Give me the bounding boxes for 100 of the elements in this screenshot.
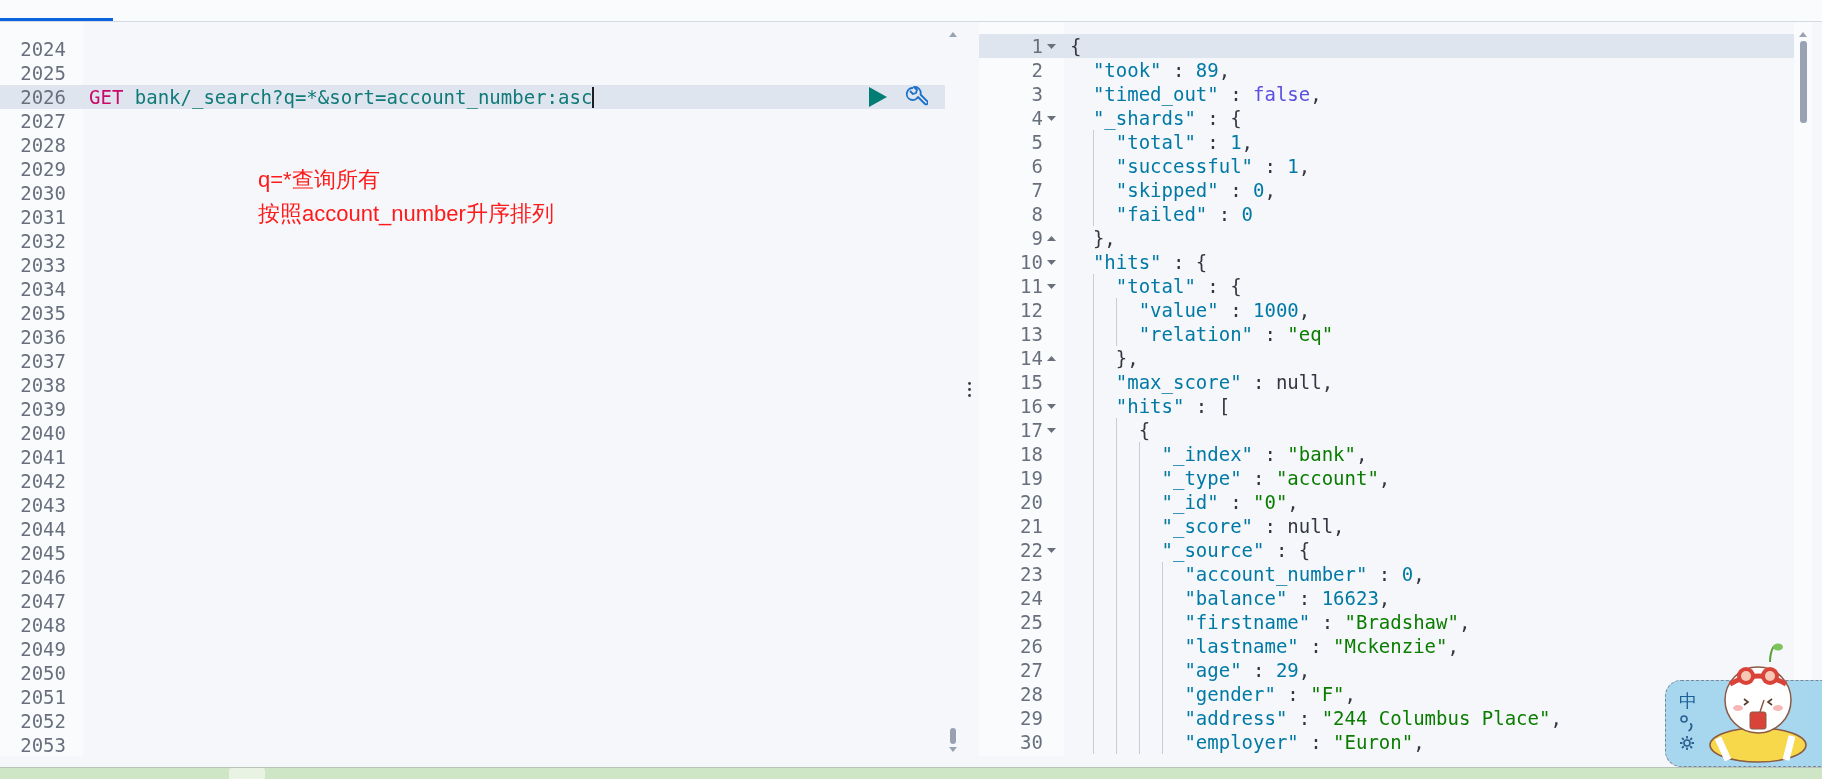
line-number: 2050: [20, 661, 66, 685]
code-line: "timed_out" : false,: [1092, 82, 1322, 106]
code-line: "max_score" : null,: [1115, 370, 1334, 394]
scroll-down-arrow-icon[interactable]: [948, 747, 957, 752]
code-line: "failed" : 0: [1115, 202, 1254, 226]
code-line: "firstname" : "Bradshaw",: [1184, 610, 1471, 634]
scroll-up-arrow-icon[interactable]: [1799, 32, 1807, 37]
drag-handle-icon[interactable]: [968, 381, 971, 397]
line-number: 6: [1031, 154, 1043, 178]
line-number: 2024: [20, 37, 66, 61]
line-number: 2027: [20, 109, 66, 133]
code-line: "skipped" : 0,: [1115, 178, 1276, 202]
line-number: 11: [1020, 274, 1043, 298]
play-icon[interactable]: [869, 87, 887, 107]
line-number: 18: [1020, 442, 1043, 466]
line-number: 2040: [20, 421, 66, 445]
code-line: "took" : 89,: [1092, 58, 1231, 82]
line-number: 22: [1020, 538, 1043, 562]
punctuation-icon[interactable]: [1679, 714, 1695, 732]
line-number: 2049: [20, 637, 66, 661]
code-line: "value" : 1000,: [1138, 298, 1311, 322]
line-number: 2029: [20, 157, 66, 181]
input-mode-label[interactable]: 中: [1679, 691, 1697, 711]
line-number: 23: [1020, 562, 1043, 586]
code-line: "_score" : null,: [1161, 514, 1345, 538]
code-line: },: [1092, 226, 1116, 250]
line-number: 8: [1031, 202, 1043, 226]
line-number: 21: [1020, 514, 1043, 538]
code-line: },: [1115, 346, 1139, 370]
caret-down-icon[interactable]: [1047, 115, 1056, 121]
line-number: 13: [1020, 322, 1043, 346]
line-number: 2034: [20, 277, 66, 301]
line-number: 15: [1020, 370, 1043, 394]
line-number: 10: [1020, 250, 1043, 274]
caret-down-icon[interactable]: [1047, 547, 1056, 553]
code-line: GET bank/_search?q=*&sort=account_number:asc: [89, 85, 593, 109]
line-number: 2043: [20, 493, 66, 517]
scrollbar-thumb[interactable]: [949, 728, 956, 744]
line-number: 19: [1020, 466, 1043, 490]
line-number: 2: [1031, 58, 1043, 82]
line-number: 29: [1020, 706, 1043, 730]
scroll-up-arrow-icon[interactable]: [948, 32, 957, 37]
line-number: 2041: [20, 445, 66, 469]
code-line: "address" : "244 Columbus Place",: [1184, 706, 1562, 730]
line-number: 2030: [20, 181, 66, 205]
line-number: 27: [1020, 658, 1043, 682]
code-line: "gender" : "F",: [1184, 682, 1356, 706]
code-line: "relation" : "eq": [1138, 322, 1334, 346]
code-line: "_source" : {: [1161, 538, 1311, 562]
code-line: "employer" : "Euron",: [1184, 730, 1425, 754]
caret-down-icon[interactable]: [1047, 403, 1056, 409]
line-number: 2051: [20, 685, 66, 709]
line-number: 2037: [20, 349, 66, 373]
line-number: 2036: [20, 325, 66, 349]
caret-down-icon[interactable]: [1047, 43, 1056, 49]
line-number: 2047: [20, 589, 66, 613]
line-number: 9: [1031, 226, 1043, 250]
line-number: 2026: [20, 85, 66, 109]
line-number: 3: [1031, 82, 1043, 106]
text-cursor: [592, 86, 595, 108]
code-line: "hits" : [: [1115, 394, 1231, 418]
line-number: 2035: [20, 301, 66, 325]
code-line: {: [1070, 34, 1082, 58]
code-line: "_type" : "account",: [1161, 466, 1391, 490]
caret-down-icon[interactable]: [1047, 427, 1056, 433]
code-line: {: [1138, 418, 1151, 442]
caret-up-icon[interactable]: [1047, 235, 1056, 241]
line-number: 24: [1020, 586, 1043, 610]
code-line: "successful" : 1,: [1115, 154, 1311, 178]
line-number: 2031: [20, 205, 66, 229]
line-number: 26: [1020, 634, 1043, 658]
line-number: 2025: [20, 61, 66, 85]
caret-up-icon[interactable]: [1047, 355, 1056, 361]
gear-icon[interactable]: [1679, 735, 1695, 751]
line-number: 28: [1020, 682, 1043, 706]
line-number: 2028: [20, 133, 66, 157]
line-number: 4: [1031, 106, 1043, 130]
line-number: 2052: [20, 709, 66, 733]
caret-down-icon[interactable]: [1047, 259, 1056, 265]
code-line: "total" : {: [1115, 274, 1242, 298]
annotation-text: 按照account_number升序排列: [258, 200, 554, 228]
line-number: 16: [1020, 394, 1043, 418]
line-number: 12: [1020, 298, 1043, 322]
annotation-text: q=*查询所有: [258, 166, 380, 194]
line-number: 2033: [20, 253, 66, 277]
code-line: "_index" : "bank",: [1161, 442, 1368, 466]
line-number: 17: [1020, 418, 1043, 442]
code-line: "_id" : "0",: [1161, 490, 1299, 514]
line-number: 5: [1031, 130, 1043, 154]
line-number: 2039: [20, 397, 66, 421]
line-number: 2046: [20, 565, 66, 589]
caret-down-icon[interactable]: [1047, 283, 1056, 289]
code-line: "lastname" : "Mckenzie",: [1184, 634, 1459, 658]
scrollbar-thumb[interactable]: [1799, 41, 1807, 123]
line-number: 25: [1020, 610, 1043, 634]
line-number: 30: [1020, 730, 1043, 754]
code-line: "account_number" : 0,: [1184, 562, 1425, 586]
line-number: 2044: [20, 517, 66, 541]
code-line: "balance" : 16623,: [1184, 586, 1391, 610]
line-number: 2048: [20, 613, 66, 637]
